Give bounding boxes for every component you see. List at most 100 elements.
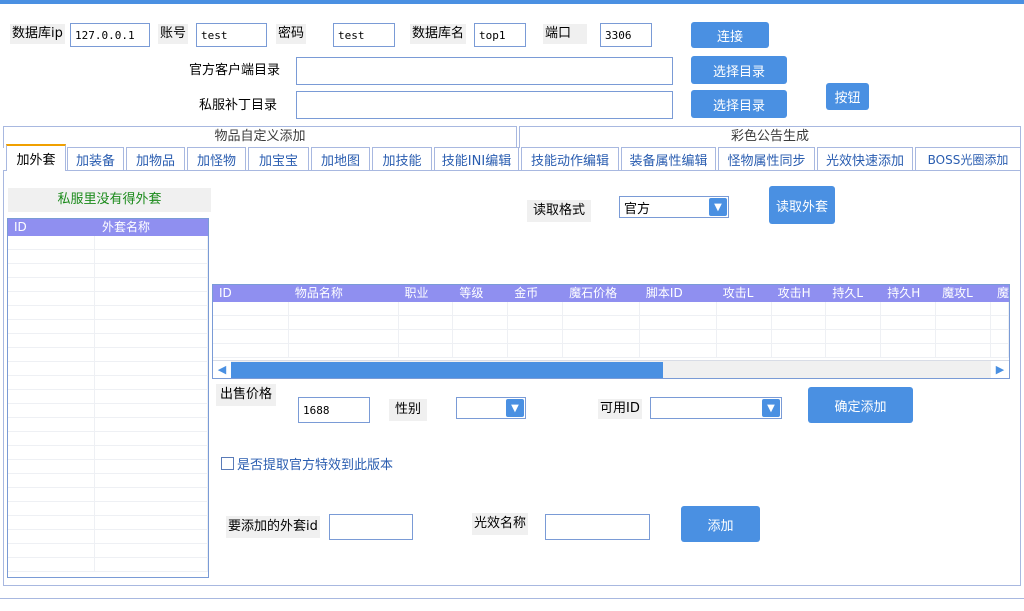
grid-column-header[interactable]: 魔石价格 xyxy=(563,285,640,302)
list-item[interactable] xyxy=(8,544,208,558)
list-item[interactable] xyxy=(8,474,208,488)
tab-effect-quick-add[interactable]: 光效快速添加 xyxy=(817,147,913,170)
column-id[interactable]: ID xyxy=(8,219,96,236)
list-item[interactable] xyxy=(8,236,208,250)
tab-equip-attr-edit[interactable]: 装备属性编辑 xyxy=(621,147,716,170)
list-item[interactable] xyxy=(8,376,208,390)
official-client-dir-input[interactable] xyxy=(296,57,673,85)
grid-column-header[interactable]: 攻击H xyxy=(772,285,827,302)
select-official-dir-button[interactable]: 选择目录 xyxy=(691,56,787,84)
table-cell xyxy=(213,316,289,330)
connect-button[interactable]: 连接 xyxy=(691,22,769,48)
list-item[interactable] xyxy=(8,348,208,362)
sale-price-input[interactable] xyxy=(298,397,370,423)
tab-monster-attr-sync[interactable]: 怪物属性同步 xyxy=(718,147,815,170)
effect-name-input[interactable] xyxy=(545,514,650,540)
account-input[interactable] xyxy=(196,23,267,47)
db-ip-input[interactable] xyxy=(70,23,150,47)
list-item[interactable] xyxy=(8,278,208,292)
read-format-select[interactable]: 官方 ▼ xyxy=(619,196,729,218)
select-patch-dir-button[interactable]: 选择目录 xyxy=(691,90,787,118)
missing-coats-list[interactable]: ID 外套名称 xyxy=(7,218,209,578)
list-item[interactable] xyxy=(8,320,208,334)
list-item[interactable] xyxy=(8,516,208,530)
tab-skill-action-edit[interactable]: 技能动作编辑 xyxy=(521,147,619,170)
list-item[interactable] xyxy=(8,488,208,502)
list-item[interactable] xyxy=(8,558,208,572)
column-coat-name[interactable]: 外套名称 xyxy=(96,219,208,236)
password-input[interactable] xyxy=(333,23,395,47)
generic-button[interactable]: 按钮 xyxy=(826,83,869,110)
list-item[interactable] xyxy=(8,334,208,348)
grid-column-header[interactable]: 职业 xyxy=(399,285,454,302)
table-cell xyxy=(95,334,208,348)
tab-add-coat[interactable]: 加外套 xyxy=(6,144,66,171)
table-cell xyxy=(8,334,96,348)
table-cell xyxy=(991,330,1009,344)
list-item[interactable] xyxy=(8,446,208,460)
coat-id-input[interactable] xyxy=(329,514,413,540)
scrollbar-thumb[interactable] xyxy=(231,361,663,378)
add-effect-button[interactable]: 添加 xyxy=(681,506,760,542)
table-row[interactable] xyxy=(213,344,1009,358)
extract-effects-option[interactable]: 是否提取官方特效到此版本 xyxy=(221,454,393,473)
list-item[interactable] xyxy=(8,530,208,544)
table-cell xyxy=(8,404,96,418)
list-item[interactable] xyxy=(8,362,208,376)
tab-skill-ini-edit[interactable]: 技能INI编辑 xyxy=(434,147,519,170)
grid-column-header[interactable]: 物品名称 xyxy=(289,285,399,302)
table-cell xyxy=(95,530,208,544)
tab-add-map[interactable]: 加地图 xyxy=(311,147,370,170)
available-id-select[interactable]: ▼ xyxy=(650,397,782,419)
tab-add-equipment[interactable]: 加装备 xyxy=(67,147,124,170)
extract-effects-label: 是否提取官方特效到此版本 xyxy=(237,458,394,473)
tab-add-pet[interactable]: 加宝宝 xyxy=(248,147,309,170)
port-input[interactable] xyxy=(600,23,652,47)
grid-column-header[interactable]: 攻击L xyxy=(717,285,772,302)
db-name-input[interactable] xyxy=(474,23,526,47)
table-cell xyxy=(508,302,564,316)
status-bar-divider xyxy=(0,598,1024,599)
extract-effects-checkbox[interactable] xyxy=(221,457,234,470)
table-row[interactable] xyxy=(213,316,1009,330)
chevron-right-icon[interactable]: ▶ xyxy=(991,360,1009,378)
table-cell xyxy=(289,316,399,330)
grid-column-header[interactable]: 持久H xyxy=(881,285,936,302)
grid-column-header[interactable]: 魔攻L xyxy=(936,285,991,302)
grid-column-header[interactable]: 魔 xyxy=(991,285,1009,302)
chevron-left-icon[interactable]: ◀ xyxy=(213,360,231,378)
table-cell xyxy=(95,432,208,446)
read-coats-button[interactable]: 读取外套 xyxy=(769,186,835,224)
list-item[interactable] xyxy=(8,404,208,418)
list-item[interactable] xyxy=(8,250,208,264)
confirm-add-button[interactable]: 确定添加 xyxy=(808,387,913,423)
tab-add-monster[interactable]: 加怪物 xyxy=(187,147,246,170)
private-patch-dir-input[interactable] xyxy=(296,91,673,119)
grid-column-header[interactable]: ID xyxy=(213,285,289,302)
gender-select[interactable]: ▼ xyxy=(456,397,526,419)
list-item[interactable] xyxy=(8,264,208,278)
table-cell xyxy=(8,292,96,306)
grid-column-header[interactable]: 脚本ID xyxy=(640,285,717,302)
list-item[interactable] xyxy=(8,460,208,474)
grid-column-header[interactable]: 金币 xyxy=(508,285,563,302)
port-label: 端口 xyxy=(543,24,587,44)
tab-boss-aura-add[interactable]: BOSS光圈添加 xyxy=(915,147,1021,170)
grid-column-header[interactable]: 等级 xyxy=(453,285,508,302)
table-row[interactable] xyxy=(213,330,1009,344)
grid-column-header[interactable]: 持久L xyxy=(826,285,881,302)
items-grid-hscrollbar[interactable]: ◀ ▶ xyxy=(213,360,1009,378)
items-grid[interactable]: ID 物品名称 职业 等级 金币 魔石价格 脚本ID 攻击L 攻击H 持久L 持久H 魔攻L 魔 ◀ ▶ xyxy=(212,284,1010,379)
effect-name-label: 光效名称 xyxy=(472,513,529,535)
list-item[interactable] xyxy=(8,432,208,446)
list-item[interactable] xyxy=(8,306,208,320)
tab-add-item[interactable]: 加物品 xyxy=(126,147,185,170)
table-cell xyxy=(717,316,772,330)
password-label: 密码 xyxy=(276,24,307,44)
list-item[interactable] xyxy=(8,292,208,306)
table-row[interactable] xyxy=(213,302,1009,316)
tab-add-skill[interactable]: 加技能 xyxy=(372,147,432,170)
list-item[interactable] xyxy=(8,502,208,516)
list-item[interactable] xyxy=(8,418,208,432)
list-item[interactable] xyxy=(8,390,208,404)
